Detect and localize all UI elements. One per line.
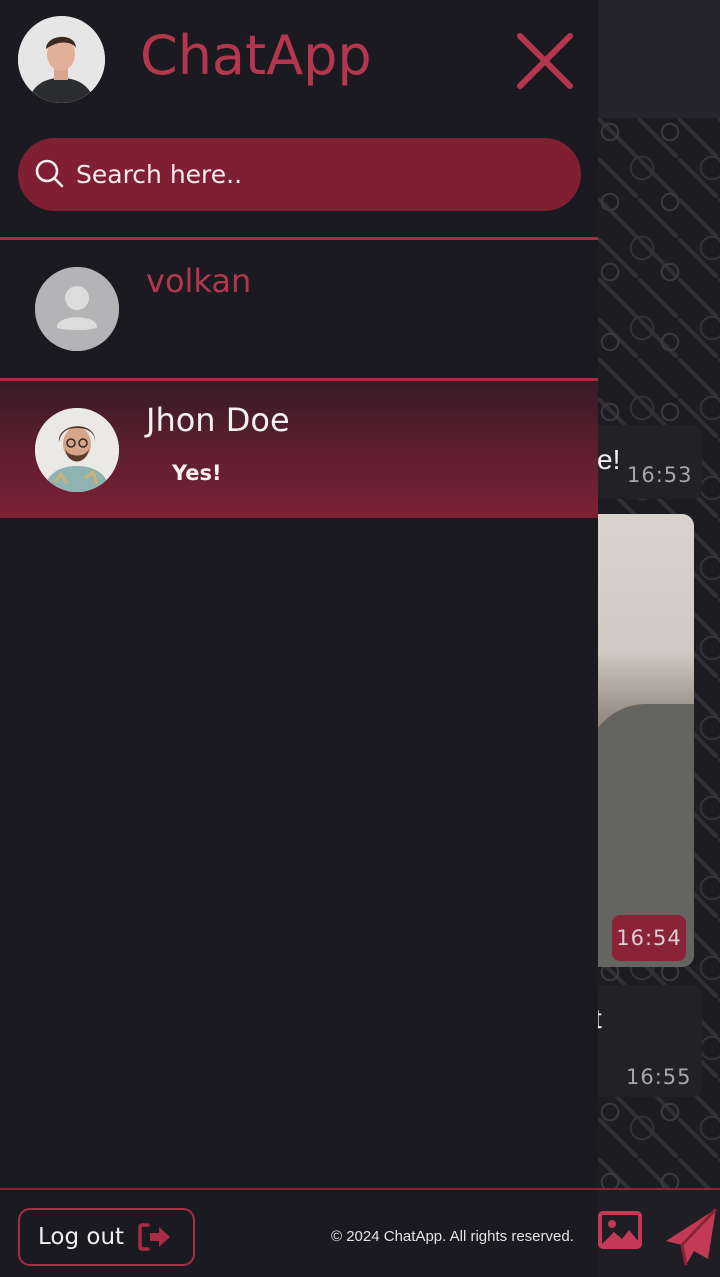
close-icon [517, 33, 573, 89]
conversation-name: Jhon Doe [146, 401, 290, 439]
copyright-text: © 2024 ChatApp. All rights reserved. [331, 1228, 574, 1245]
logout-button[interactable]: Log out [18, 1208, 195, 1266]
search-bar[interactable] [18, 138, 581, 211]
conversation-item[interactable]: volkan [0, 240, 598, 378]
search-icon [34, 158, 64, 192]
message-time: 16:54 [612, 915, 686, 961]
last-message: Yes! [172, 461, 222, 485]
footer-divider [0, 1188, 598, 1190]
app-title: ChatApp [140, 24, 372, 87]
message-text: e! [597, 444, 621, 475]
message-time: 16:55 [626, 1065, 692, 1089]
send-icon[interactable] [664, 1207, 718, 1271]
drawer-header: ChatApp [0, 0, 598, 118]
sidebar-drawer: ChatApp Search here.. volkan Jhon Doe Ye… [0, 0, 598, 1277]
close-button[interactable] [512, 28, 578, 94]
user-photo [35, 408, 119, 492]
image-icon[interactable] [598, 1208, 642, 1256]
user-avatar[interactable] [18, 16, 105, 103]
logout-label: Log out [38, 1224, 125, 1250]
message-time: 16:53 [627, 463, 693, 487]
logout-icon [138, 1223, 172, 1251]
default-avatar-icon [35, 267, 119, 351]
conversation-item-active[interactable]: Jhon Doe Yes! [0, 381, 598, 518]
search-input[interactable] [76, 160, 536, 189]
conversation-name: volkan [146, 262, 252, 300]
